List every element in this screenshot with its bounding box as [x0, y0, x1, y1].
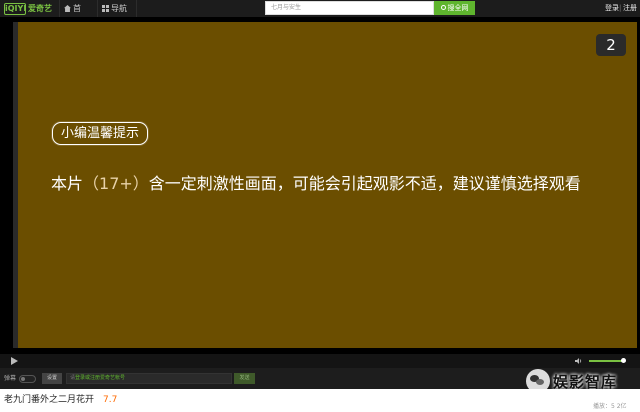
nav-guide-menu[interactable]: 导航: [97, 0, 137, 27]
video-score: 7.7: [103, 395, 118, 405]
player-controls: [0, 354, 640, 368]
top-navbar: iQIYI 爱奇艺 首页 导航 七月与安生 搜全网 登录 | 注册: [0, 0, 640, 30]
search-icon: [440, 5, 446, 10]
register-link[interactable]: 注册: [623, 0, 637, 17]
warning-text: 含一定刺激性画面，可能会引起观影不适，建议谨慎选择观看: [148, 174, 581, 193]
auth-separator: |: [619, 4, 622, 12]
logo-mark: iQIYI: [4, 2, 27, 15]
login-link[interactable]: 登录: [605, 0, 619, 17]
search-input[interactable]: 七月与安生: [265, 1, 434, 15]
play-icon[interactable]: [11, 357, 18, 365]
grid-icon: [102, 5, 109, 12]
danmaku-input[interactable]: 请登录或注册爱奇艺帐号: [66, 373, 232, 384]
video-title: 老九门番外之二月花开: [4, 395, 95, 405]
nav-home-link[interactable]: 首页: [59, 0, 92, 30]
watermark-text: 娱影智库: [553, 372, 618, 391]
search-placeholder: 七月与安生: [271, 4, 302, 11]
video-frame[interactable]: 2 小编温馨提示 本片（17+）含一定刺激性画面，可能会引起观影不适，建议谨慎选…: [18, 22, 637, 348]
video-player[interactable]: 2 小编温馨提示 本片（17+）含一定刺激性画面，可能会引起观影不适，建议谨慎选…: [0, 17, 640, 354]
search-button[interactable]: 搜全网: [434, 1, 475, 15]
notice-title: 小编温馨提示: [52, 122, 149, 145]
danmaku-login-link[interactable]: 登录: [75, 375, 85, 381]
content-warning: 本片（17+）含一定刺激性画面，可能会引起观影不适，建议谨慎选择观看: [51, 172, 637, 196]
danmaku-settings-button[interactable]: 设置: [42, 373, 62, 384]
danmaku-send-button[interactable]: 发送: [234, 373, 255, 384]
episode-badge: 2: [596, 34, 626, 56]
wechat-icon: [526, 369, 550, 393]
volume-icon[interactable]: [575, 357, 583, 365]
volume-fill: [589, 360, 625, 362]
warning-prefix: 本片: [51, 174, 84, 193]
home-icon: [64, 5, 71, 12]
watermark: 娱影智库: [526, 368, 617, 394]
play-count: 播放：5 2亿: [593, 403, 627, 410]
nav-guide-label: 导航: [111, 4, 127, 13]
danmaku-input-suffix: 或注册爱奇艺帐号: [85, 375, 126, 381]
site-logo[interactable]: iQIYI 爱奇艺: [4, 2, 52, 15]
volume-knob[interactable]: [621, 358, 627, 363]
logo-text: 爱奇艺: [28, 4, 52, 13]
danmaku-toggle[interactable]: [19, 375, 36, 383]
search-button-label: 搜全网: [447, 4, 469, 12]
danmaku-label: 弹幕: [4, 375, 17, 382]
age-rating: （17+）: [83, 174, 149, 193]
volume-slider[interactable]: [589, 358, 627, 363]
